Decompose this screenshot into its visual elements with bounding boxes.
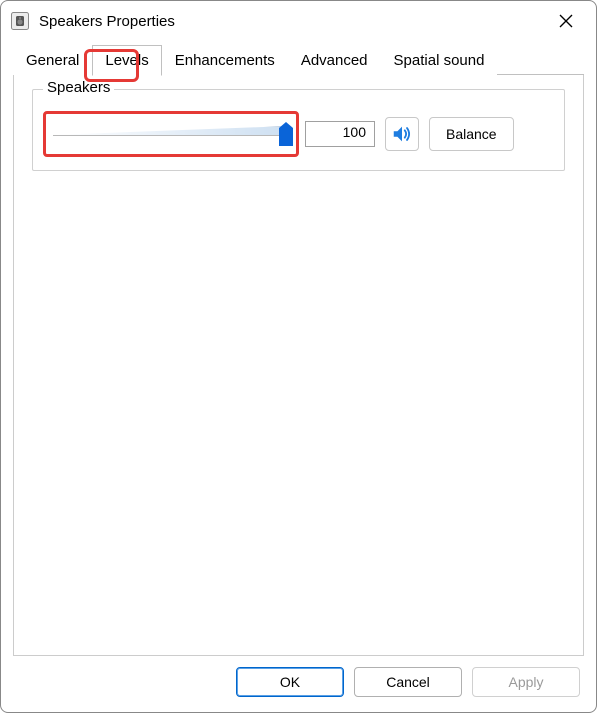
window-title: Speakers Properties	[39, 13, 544, 30]
tab-general[interactable]: General	[13, 45, 92, 75]
cancel-button[interactable]: Cancel	[354, 667, 462, 697]
properties-dialog: Speakers Properties General Levels Enhan…	[0, 0, 597, 713]
close-button[interactable]	[544, 5, 588, 37]
volume-row: 100 Balance	[47, 116, 550, 152]
button-label: Apply	[508, 674, 543, 690]
tab-advanced[interactable]: Advanced	[288, 45, 381, 75]
button-label: Cancel	[386, 674, 430, 690]
tab-label: Spatial sound	[394, 52, 485, 69]
ok-button[interactable]: OK	[236, 667, 344, 697]
tab-label: Levels	[105, 52, 148, 69]
tab-strip: General Levels Enhancements Advanced Spa…	[1, 41, 596, 75]
apply-button: Apply	[472, 667, 580, 697]
mute-button[interactable]	[385, 117, 419, 151]
balance-button[interactable]: Balance	[429, 117, 514, 151]
balance-label: Balance	[446, 126, 497, 142]
tab-label: Advanced	[301, 52, 368, 69]
dialog-button-row: OK Cancel Apply	[1, 662, 596, 712]
volume-slider[interactable]	[47, 115, 295, 153]
groupbox-legend: Speakers	[43, 79, 114, 96]
volume-value[interactable]: 100	[305, 121, 375, 147]
speakers-groupbox: Speakers 100	[32, 89, 565, 171]
speaker-unmuted-icon	[391, 123, 413, 145]
tab-enhancements[interactable]: Enhancements	[162, 45, 288, 75]
button-label: OK	[280, 674, 300, 690]
tab-label: Enhancements	[175, 52, 275, 69]
tab-label: General	[26, 52, 79, 69]
slider-track	[53, 126, 289, 142]
speaker-icon	[11, 12, 29, 30]
tab-page-levels: Speakers 100	[13, 75, 584, 656]
close-icon	[559, 14, 573, 28]
tab-spatial-sound[interactable]: Spatial sound	[381, 45, 498, 75]
tab-levels[interactable]: Levels	[92, 45, 161, 76]
title-bar: Speakers Properties	[1, 1, 596, 41]
